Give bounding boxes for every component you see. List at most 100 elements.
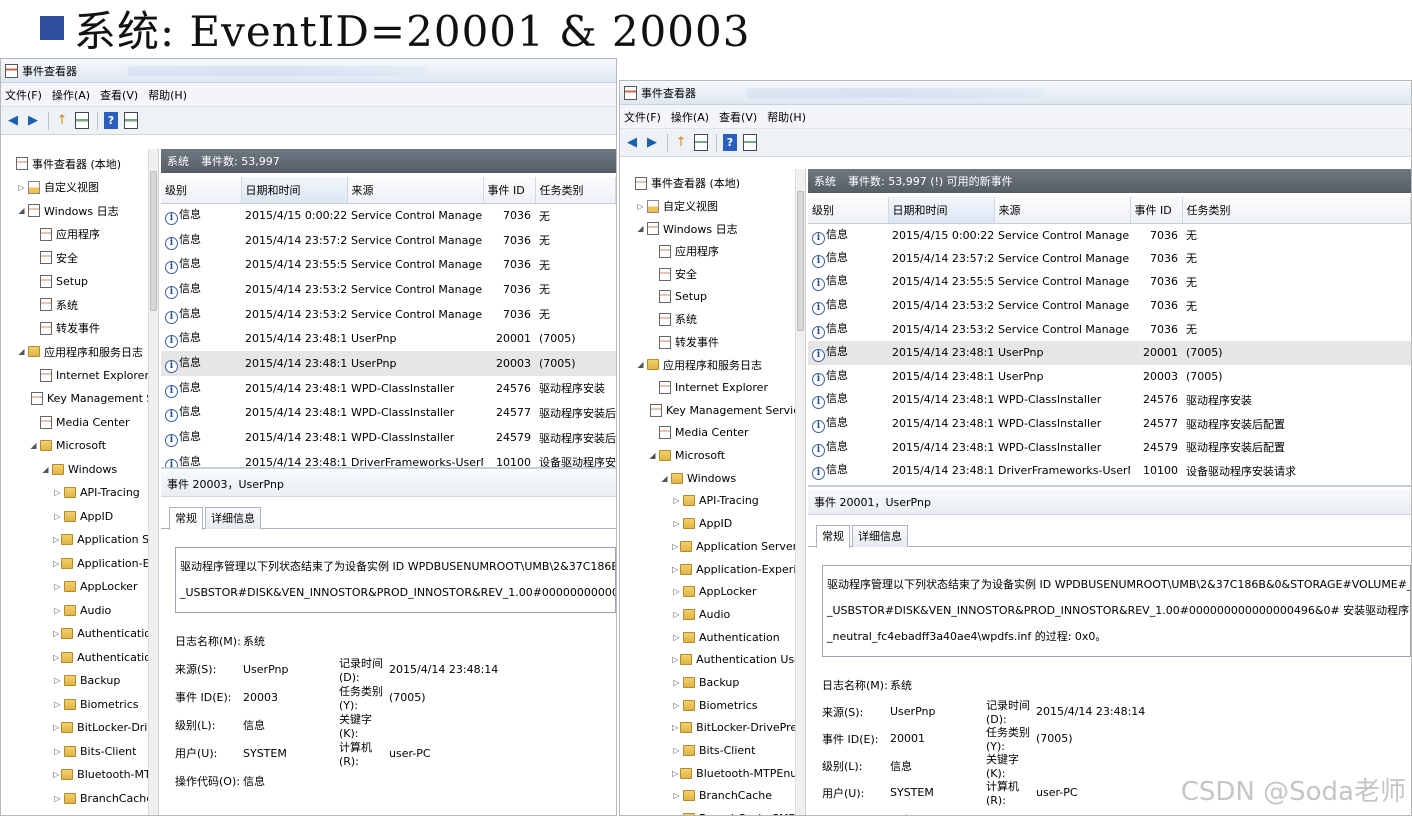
collapsed-arrow-icon[interactable]: ▷ bbox=[672, 519, 681, 528]
event-row[interactable]: i 信息 2015/4/14 23:53:26 Service Control Man… bbox=[161, 302, 616, 327]
tree-item[interactable]: ▷ Application Server-App bbox=[1, 528, 158, 552]
menu-help[interactable]: 帮助(H) bbox=[148, 87, 187, 103]
collapsed-arrow-icon[interactable]: ▷ bbox=[672, 496, 681, 505]
collapsed-arrow-icon[interactable]: ▷ bbox=[672, 678, 681, 687]
collapsed-arrow-icon[interactable]: ▷ bbox=[53, 559, 59, 568]
column-header-source[interactable]: 来源 bbox=[347, 177, 484, 204]
column-header-event-id[interactable]: 事件 ID bbox=[483, 177, 536, 204]
tree-item[interactable]: ▷ BranchCacheSMB bbox=[620, 807, 805, 815]
collapsed-arrow-icon[interactable]: ▷ bbox=[672, 814, 681, 815]
event-row[interactable]: i 信息 2015/4/14 23:57:29 Service Control Man… bbox=[161, 228, 616, 253]
tree-item[interactable]: 系统 bbox=[620, 308, 805, 331]
expanded-arrow-icon[interactable]: ◢ bbox=[29, 441, 38, 450]
column-header-task-category[interactable]: 任务类别 bbox=[535, 177, 616, 204]
column-header-source[interactable]: 来源 bbox=[994, 197, 1131, 224]
menu-view[interactable]: 查看(V) bbox=[100, 87, 138, 103]
tree-item[interactable]: Key Management Service bbox=[1, 387, 158, 411]
tree-item[interactable]: 事件查看器 (本地) bbox=[620, 172, 805, 195]
tree-item[interactable]: Media Center bbox=[1, 411, 158, 435]
help-icon[interactable]: ? bbox=[102, 112, 120, 130]
tree-item[interactable]: ▷ Bluetooth-MTPEnum bbox=[1, 763, 158, 787]
collapsed-arrow-icon[interactable]: ▷ bbox=[672, 746, 681, 755]
tree-item[interactable]: Setup bbox=[620, 285, 805, 308]
event-row[interactable]: i 信息 2015/4/14 23:55:58 Service Control Man… bbox=[161, 252, 616, 277]
tree-item[interactable]: ▷ AppID bbox=[1, 505, 158, 529]
event-row[interactable]: i 信息 2015/4/14 23:57:29 Service Control Man… bbox=[808, 247, 1411, 271]
tree-item[interactable]: ▷ Application-Experience bbox=[620, 558, 805, 581]
event-row[interactable]: i 信息 2015/4/14 23:55:58 Service Control Man… bbox=[808, 270, 1411, 294]
tree-item[interactable]: ▷ API-Tracing bbox=[1, 481, 158, 505]
tree-item[interactable]: 应用程序 bbox=[1, 223, 158, 247]
collapsed-arrow-icon[interactable]: ▷ bbox=[672, 791, 681, 800]
tree-item[interactable]: 安全 bbox=[1, 246, 158, 270]
menu-file[interactable]: 文件(F) bbox=[624, 109, 661, 125]
collapsed-arrow-icon[interactable]: ▷ bbox=[53, 700, 62, 709]
tab-details[interactable]: 详细信息 bbox=[205, 507, 261, 529]
back-arrow-icon[interactable]: ◀ bbox=[4, 112, 22, 130]
tree-item[interactable]: ◢ Windows bbox=[620, 467, 805, 490]
forward-arrow-icon[interactable]: ▶ bbox=[24, 112, 42, 130]
event-row[interactable]: i 信息 2015/4/14 23:48:13 DriverFrameworks-Us… bbox=[808, 459, 1411, 483]
column-header-level[interactable]: 级别 bbox=[808, 197, 889, 224]
collapsed-arrow-icon[interactable]: ▷ bbox=[53, 723, 59, 732]
tree-item[interactable]: ▷ Application Server-App bbox=[620, 535, 805, 558]
tree-item[interactable]: ▷ BitLocker-DrivePrepara bbox=[620, 717, 805, 740]
tree-item[interactable]: 事件查看器 (本地) bbox=[1, 152, 158, 176]
collapsed-arrow-icon[interactable]: ▷ bbox=[672, 769, 678, 778]
tree-item[interactable]: ▷ BitLocker-DrivePrepara bbox=[1, 716, 158, 740]
tree-item[interactable]: ▷ Authentication bbox=[1, 622, 158, 646]
help-icon[interactable]: ? bbox=[721, 134, 739, 152]
tree-item[interactable]: ▷ Authentication bbox=[620, 626, 805, 649]
tree-scroll-thumb[interactable] bbox=[797, 191, 804, 331]
menu-help[interactable]: 帮助(H) bbox=[767, 109, 806, 125]
show-action-pane-icon[interactable] bbox=[741, 134, 759, 152]
event-row[interactable]: i 信息 2015/4/14 23:53:26 Service Control Man… bbox=[808, 317, 1411, 341]
event-row[interactable]: i 信息 2015/4/14 23:48:14 WPD-ClassInstaller 2… bbox=[161, 376, 616, 401]
tree-item[interactable]: ▷ BranchCache bbox=[620, 785, 805, 808]
back-arrow-icon[interactable]: ◀ bbox=[623, 134, 641, 152]
event-row[interactable]: i 信息 2015/4/14 23:53:26 Service Control Man… bbox=[808, 294, 1411, 318]
collapsed-arrow-icon[interactable]: ▷ bbox=[672, 587, 681, 596]
tree-item[interactable]: Key Management Service bbox=[620, 399, 805, 422]
show-hide-tree-icon[interactable] bbox=[692, 134, 710, 152]
collapsed-arrow-icon[interactable]: ▷ bbox=[672, 701, 681, 710]
up-folder-icon[interactable]: ↑ bbox=[53, 112, 71, 130]
tree-item[interactable]: ▷ 自定义视图 bbox=[620, 195, 805, 218]
column-header-event-id[interactable]: 事件 ID bbox=[1130, 197, 1183, 224]
tree-item[interactable]: ▷ AppID bbox=[620, 512, 805, 535]
event-row[interactable]: i 信息 2015/4/14 23:48:14 UserPnp 20001 (7005) bbox=[808, 340, 1411, 365]
tree-item[interactable]: Setup bbox=[1, 270, 158, 294]
event-row[interactable]: i 信息 2015/4/14 23:48:14 UserPnp 20001 (7005) bbox=[161, 326, 616, 351]
tree-item[interactable]: 转发事件 bbox=[620, 331, 805, 354]
tree-scrollbar[interactable] bbox=[148, 149, 158, 815]
collapsed-arrow-icon[interactable]: ▷ bbox=[53, 770, 59, 779]
column-header-task-category[interactable]: 任务类别 bbox=[1182, 197, 1411, 224]
tree-item[interactable]: Internet Explorer bbox=[620, 376, 805, 399]
tree-item[interactable]: ▷ Bluetooth-MTPEnum bbox=[620, 762, 805, 785]
tree-item[interactable]: 系统 bbox=[1, 293, 158, 317]
event-row[interactable]: i 信息 2015/4/14 23:48:14 WPD-ClassInstaller 2… bbox=[808, 435, 1411, 459]
tree-item[interactable]: 应用程序 bbox=[620, 240, 805, 263]
menu-file[interactable]: 文件(F) bbox=[5, 87, 42, 103]
tree-item[interactable]: ◢ Windows 日志 bbox=[620, 217, 805, 240]
tree-item[interactable]: ◢ 应用程序和服务日志 bbox=[1, 340, 158, 364]
event-row[interactable]: i 信息 2015/4/15 0:00:22 Service Control Mana… bbox=[161, 203, 616, 228]
collapsed-arrow-icon[interactable]: ▷ bbox=[53, 488, 62, 497]
show-hide-tree-icon[interactable] bbox=[73, 112, 91, 130]
tree-item[interactable]: ▷ 自定义视图 bbox=[1, 176, 158, 200]
up-folder-icon[interactable]: ↑ bbox=[672, 134, 690, 152]
tree-item[interactable]: ▷ Bits-Client bbox=[1, 740, 158, 764]
tree-item[interactable]: ▷ Authentication User Inte bbox=[620, 648, 805, 671]
event-row[interactable]: i 信息 2015/4/15 0:00:22 Service Control Mana… bbox=[808, 223, 1411, 247]
tab-general[interactable]: 常规 bbox=[169, 507, 203, 530]
event-row[interactable]: i 信息 2015/4/14 23:48:14 WPD-ClassInstaller 2… bbox=[808, 388, 1411, 412]
tree-item[interactable]: ▷ Biometrics bbox=[1, 693, 158, 717]
collapsed-arrow-icon[interactable]: ▷ bbox=[672, 542, 678, 551]
tree-item[interactable]: ◢ Windows bbox=[1, 458, 158, 482]
collapsed-arrow-icon[interactable]: ▷ bbox=[53, 794, 62, 803]
event-row[interactable]: i 信息 2015/4/14 23:48:14 WPD-ClassInstaller 2… bbox=[808, 412, 1411, 436]
tree-scroll-thumb[interactable] bbox=[150, 171, 157, 311]
tree-item[interactable]: ▷ Backup bbox=[1, 669, 158, 693]
expanded-arrow-icon[interactable]: ◢ bbox=[17, 347, 26, 356]
collapsed-arrow-icon[interactable]: ▷ bbox=[53, 747, 62, 756]
